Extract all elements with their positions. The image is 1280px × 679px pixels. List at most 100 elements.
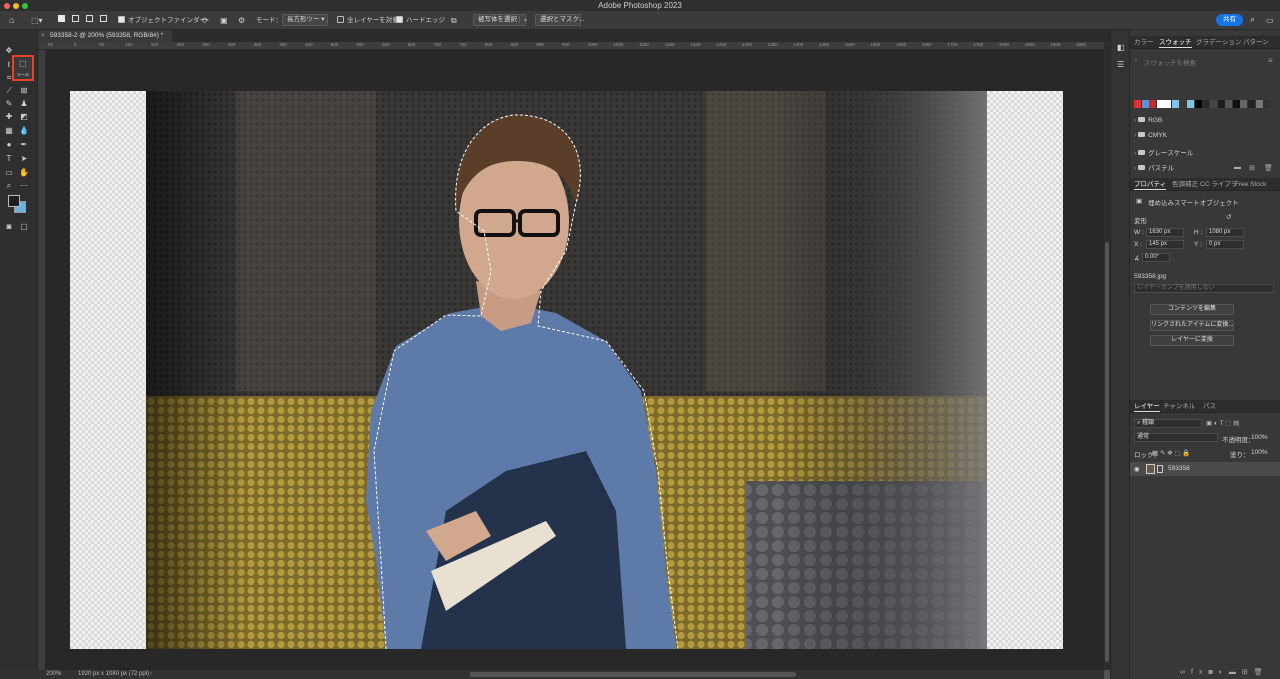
hard-edge-checkbox[interactable]: ハードエッジ (396, 15, 445, 26)
history-icon[interactable]: ◧ (1117, 43, 1125, 52)
swatch[interactable] (1217, 100, 1225, 108)
tab-swatches[interactable]: スウォッチ (1159, 36, 1192, 49)
layer-row[interactable]: ◉ 593358 (1130, 462, 1280, 476)
swatch-search-input[interactable]: スウォッチを検索 (1144, 57, 1196, 67)
object-finder-checkbox[interactable]: オブジェクトファインダー (118, 15, 206, 26)
layer-actions[interactable]: ∞fx◙◐▬⊞🗑 (1180, 668, 1269, 676)
gradient-tool-icon[interactable]: ▦ (4, 126, 14, 136)
brush-tool-icon[interactable]: ✎ (4, 99, 14, 109)
home-icon[interactable]: ⌂ (9, 15, 14, 26)
swatch-group-rgb[interactable]: › RGB (1134, 117, 1162, 124)
y-field[interactable]: 0 px (1206, 240, 1244, 249)
link-icon[interactable]: ∞ (1180, 669, 1191, 676)
layer-filter-kind-select[interactable]: ⌕ 種類 (1134, 419, 1202, 428)
swatch[interactable] (1255, 100, 1263, 108)
dodge-tool-icon[interactable]: ● (4, 140, 14, 150)
zoom-window-button[interactable] (22, 3, 28, 9)
tab-free-stock[interactable]: Free Stock (1235, 178, 1266, 191)
x-field[interactable]: 145 px (1146, 240, 1184, 249)
tab-properties[interactable]: プロパティ (1134, 178, 1167, 191)
horizontal-scroll-thumb[interactable] (466, 672, 796, 677)
adjustment-icon[interactable]: ◐ (1219, 669, 1229, 676)
swatch[interactable] (1263, 100, 1271, 108)
document-tab[interactable]: × 593358-2 @ 200% (593358, RGB/8#) * (38, 30, 172, 42)
show-all-objects-icon[interactable]: ▣ (220, 15, 228, 26)
selection-mode-add-icon[interactable] (72, 15, 79, 26)
reset-transform-icon[interactable]: ↺ (1226, 213, 1231, 221)
swatch-panel-menu-icon[interactable]: ≡ (1268, 56, 1273, 65)
group-icon[interactable]: ▬ (1229, 669, 1242, 676)
selection-mode-new-icon[interactable] (58, 15, 65, 26)
foreground-color-swatch[interactable] (8, 195, 20, 207)
angle-field[interactable]: 0.00° (1142, 253, 1170, 262)
vertical-scroll-thumb[interactable] (1105, 242, 1109, 662)
swatch[interactable] (1164, 100, 1172, 108)
tab-paths[interactable]: パス (1203, 400, 1216, 413)
lock-icons[interactable]: ▦ ✎ ✥ ⬚ 🔒 (1152, 449, 1191, 457)
convert-to-linked-button[interactable]: リンクされたアイテムに変換... (1150, 320, 1234, 331)
status-menu-icon[interactable]: › (150, 670, 152, 679)
screen-mode-icon[interactable]: ▢ (19, 222, 29, 232)
layer-filter-icons[interactable]: ▣ ◐ T ⬚ ▤ (1206, 419, 1239, 427)
tab-color[interactable]: カラー (1134, 36, 1154, 49)
refresh-icon[interactable]: ⟳ (202, 15, 209, 26)
delete-swatch-icon[interactable]: 🗑 (1264, 164, 1273, 172)
tab-channels[interactable]: チャンネル (1163, 400, 1195, 413)
opacity-value[interactable]: 100% (1251, 434, 1268, 441)
convert-to-layers-button[interactable]: レイヤーに変換 (1150, 335, 1234, 346)
fx-icon[interactable]: fx (1191, 669, 1208, 676)
share-button[interactable]: 共有 (1216, 14, 1243, 26)
pen-tool-icon[interactable]: ✒ (19, 140, 29, 150)
object-selection-tool-highlight[interactable]: ⬚ ツール (12, 55, 34, 81)
height-field[interactable]: 1080 px (1206, 228, 1244, 237)
hand-tool-icon[interactable]: ✋ (19, 168, 29, 178)
tab-patterns[interactable]: パターン (1243, 36, 1269, 49)
object-selection-tool-preset-icon[interactable]: ⬚▾ (31, 15, 43, 26)
fill-value[interactable]: 100% (1251, 449, 1268, 456)
more-tools-icon[interactable]: ⋯ (19, 181, 29, 191)
eraser-tool-icon[interactable]: ◩ (19, 112, 29, 122)
document-info[interactable]: 1920 px x 1080 px (72 ppi) (78, 670, 149, 679)
swatch[interactable] (1134, 100, 1141, 108)
swatch[interactable] (1179, 100, 1187, 108)
selection-mode-intersect-icon[interactable] (100, 15, 107, 26)
close-tab-icon[interactable]: × (41, 30, 45, 42)
properties-icon[interactable]: ☰ (1117, 60, 1124, 69)
canvas-area[interactable] (46, 50, 1104, 670)
swatch[interactable] (1194, 100, 1202, 108)
vertical-ruler[interactable] (38, 50, 46, 670)
select-subject-options-icon[interactable]: ⧉ (451, 15, 457, 26)
quick-mask-icon[interactable]: ◙ (4, 222, 14, 232)
blur-tool-icon[interactable]: 💧 (19, 126, 29, 136)
rectangle-tool-icon[interactable]: ▭ (4, 168, 14, 178)
swatch[interactable] (1248, 100, 1255, 108)
close-window-button[interactable] (4, 3, 10, 9)
horizontal-ruler[interactable]: 50 0 50 100 150 200 250 300 350 400 450 500 550 600 65… (38, 42, 1104, 50)
eyedropper-tool-icon[interactable]: ⟋ (4, 86, 14, 96)
zoom-tool-icon[interactable]: ⌕ (4, 181, 14, 191)
photo-layer[interactable] (146, 91, 987, 649)
healing-brush-tool-icon[interactable]: ✚ (4, 112, 14, 122)
swatch[interactable] (1202, 100, 1210, 108)
tab-cc-libraries[interactable]: CC ライブラ (1200, 178, 1237, 191)
path-selection-tool-icon[interactable]: ➤ (19, 154, 29, 164)
minimize-window-button[interactable] (13, 3, 19, 9)
select-and-mask-button[interactable]: 選択とマスク... (535, 14, 584, 26)
swatch[interactable] (1225, 100, 1233, 108)
layer-comp-select[interactable]: レイヤーカンプを適用しない (1134, 284, 1274, 293)
swatch[interactable] (1240, 100, 1248, 108)
sample-all-layers-checkbox[interactable]: 全レイヤーを対象 (337, 15, 399, 26)
workspace-icon[interactable]: ▭ (1266, 15, 1274, 26)
blend-mode-select[interactable]: 通常 (1134, 433, 1218, 442)
tab-adjustments[interactable]: 色調補正 (1172, 178, 1198, 191)
new-swatch-icon[interactable]: ⊞ (1249, 164, 1255, 172)
swatch-group-pastel[interactable]: › パステル (1134, 162, 1174, 172)
frame-tool-icon[interactable]: ⊠ (19, 86, 29, 96)
swatch[interactable] (1172, 100, 1179, 108)
swatch[interactable] (1149, 100, 1157, 108)
new-group-icon[interactable]: ▬ (1234, 164, 1241, 171)
new-layer-icon[interactable]: ⊞ (1242, 669, 1254, 676)
edit-contents-button[interactable]: コンテンツを編集 (1150, 304, 1234, 315)
layer-name[interactable]: 593358 (1168, 465, 1190, 472)
width-field[interactable]: 1630 px (1146, 228, 1184, 237)
